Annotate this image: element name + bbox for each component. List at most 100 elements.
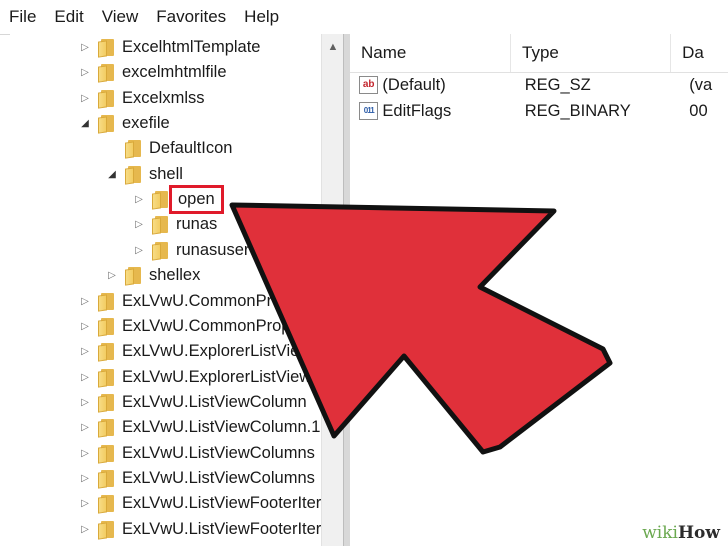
tree-item[interactable]: ▷ excelmhtmlfile bbox=[78, 60, 227, 85]
menu-file[interactable]: File bbox=[0, 0, 46, 34]
tree-item-label: excelmhtmlfile bbox=[122, 63, 227, 82]
value-type: REG_SZ bbox=[524, 75, 591, 94]
tree-item-label-highlighted: open bbox=[169, 185, 224, 215]
tree-item[interactable]: ▷ open bbox=[132, 185, 224, 215]
tree-item[interactable]: ◢ exefile bbox=[78, 111, 170, 136]
scroll-up-arrow-icon[interactable]: ▲ bbox=[322, 34, 344, 60]
value-row[interactable]: 011 EditFlags REG_BINARY 00 bbox=[350, 98, 728, 124]
registry-key-tree[interactable]: ▷ ExcelhtmlTemplate ▷ excelmhtmlfile ▷ Excelx… bbox=[10, 34, 343, 546]
folder-icon bbox=[98, 292, 116, 312]
expand-arrow-icon[interactable]: ▷ bbox=[78, 372, 92, 383]
expand-arrow-icon[interactable]: ▷ bbox=[78, 524, 92, 535]
value-type: REG_BINARY bbox=[524, 101, 631, 120]
binary-value-icon: 011 bbox=[359, 102, 379, 120]
registry-values-list: Name Type Da ab (Default) REG_SZ (va 011… bbox=[350, 34, 728, 546]
tree-vertical-scrollbar[interactable]: ▲ bbox=[321, 34, 344, 546]
folder-icon bbox=[98, 114, 116, 134]
value-name: EditFlags bbox=[382, 101, 452, 120]
expand-arrow-icon[interactable]: ▷ bbox=[78, 321, 92, 332]
folder-icon bbox=[98, 469, 116, 489]
string-value-icon: ab bbox=[359, 76, 379, 94]
tree-item[interactable]: ◢ shell bbox=[105, 162, 183, 187]
column-header-data[interactable]: Da bbox=[671, 34, 728, 72]
tree-item-label: ExLVwU.ListViewFooterIter bbox=[122, 494, 322, 513]
tree-item[interactable]: ▷ runas bbox=[132, 212, 217, 237]
expand-arrow-icon[interactable]: ▷ bbox=[105, 270, 119, 281]
folder-icon bbox=[98, 317, 116, 337]
folder-icon bbox=[98, 494, 116, 514]
expand-arrow-icon[interactable]: ▷ bbox=[78, 473, 92, 484]
folder-icon bbox=[98, 418, 116, 438]
folder-icon bbox=[125, 266, 143, 286]
folder-icon bbox=[125, 139, 143, 160]
value-data: (va bbox=[689, 75, 713, 94]
tree-item-label: DefaultIcon bbox=[149, 139, 233, 158]
tree-item-label: Excelxmlss bbox=[122, 88, 205, 107]
tree-item-label: runasuser bbox=[176, 240, 250, 259]
folder-icon bbox=[98, 38, 116, 58]
tree-item-label: ExLVwU.ListViewColumn.1 bbox=[122, 418, 321, 437]
tree-item-label: ExLVwU.CommonProperti bbox=[122, 316, 314, 335]
tree-item-label: runas bbox=[176, 215, 218, 234]
tree-item[interactable]: DefaultIcon bbox=[105, 136, 232, 161]
folder-icon bbox=[98, 368, 116, 388]
tree-item[interactable]: ▷ ExLVwU.CommonProperti bbox=[78, 314, 313, 339]
menu-bar: File Edit View Favorites Help bbox=[0, 0, 728, 35]
folder-icon bbox=[98, 89, 116, 109]
wikihow-watermark: wikiHow bbox=[636, 522, 726, 544]
expand-arrow-icon[interactable]: ▷ bbox=[132, 219, 146, 230]
expand-arrow-icon[interactable]: ▷ bbox=[78, 42, 92, 53]
expand-arrow-icon[interactable]: ▷ bbox=[78, 296, 92, 307]
tree-item-label: shell bbox=[149, 164, 183, 183]
value-data: 00 bbox=[689, 101, 708, 120]
tree-item-label: ExLVwU.CommonPropert bbox=[122, 291, 310, 310]
tree-item[interactable]: ▷ ExLVwU.ExplorerListView bbox=[78, 339, 311, 364]
expand-arrow-icon[interactable]: ▷ bbox=[132, 194, 146, 205]
expand-arrow-icon[interactable]: ▷ bbox=[78, 67, 92, 78]
tree-item[interactable]: ▷ ExLVwU.ListViewColumns bbox=[78, 466, 315, 491]
expand-arrow-icon[interactable]: ▷ bbox=[132, 245, 146, 256]
tree-item-label: ExLVwU.ExplorerListView bbox=[122, 342, 312, 361]
expand-arrow-icon[interactable]: ▷ bbox=[78, 93, 92, 104]
tree-item[interactable]: ▷ shellex bbox=[105, 263, 200, 288]
tree-item[interactable]: ▷ ExLVwU.CommonPropert bbox=[78, 289, 310, 314]
tree-item[interactable]: ▷ ExLVwU.ListViewColumn.1 bbox=[78, 415, 320, 440]
tree-item[interactable]: ▷ ExLVwU.ListViewColumn bbox=[78, 390, 307, 415]
tree-item-label: ExLVwU.ListViewColumns bbox=[122, 443, 315, 462]
tree-item[interactable]: ▷ runasuser bbox=[132, 238, 249, 263]
menu-favorites[interactable]: Favorites bbox=[148, 0, 236, 34]
collapse-arrow-icon[interactable]: ◢ bbox=[105, 169, 119, 180]
value-row[interactable]: ab (Default) REG_SZ (va bbox=[350, 72, 728, 98]
tree-item[interactable]: ▷ ExcelhtmlTemplate bbox=[78, 35, 260, 60]
tree-item-label: ExLVwU.ListViewColumns bbox=[122, 468, 315, 487]
menu-help[interactable]: Help bbox=[236, 0, 289, 34]
expand-arrow-icon[interactable]: ▷ bbox=[78, 448, 92, 459]
expand-arrow-icon[interactable]: ▷ bbox=[78, 397, 92, 408]
expand-arrow-icon[interactable]: ▷ bbox=[78, 346, 92, 357]
menu-view[interactable]: View bbox=[94, 0, 149, 34]
tree-item-label: ExLVwU.ListViewFooterIter bbox=[122, 519, 322, 538]
tree-item-label: shellex bbox=[149, 266, 201, 285]
tree-item[interactable]: ▷ ExLVwU.ListViewColumns bbox=[78, 441, 315, 466]
tree-item-label: exefile bbox=[122, 114, 170, 133]
column-header-type[interactable]: Type bbox=[511, 34, 672, 72]
folder-icon bbox=[98, 444, 116, 464]
tree-item[interactable]: ▷ ExLVwU.ListViewFooterIter bbox=[78, 491, 321, 516]
tree-item-label: ExLVwU.ExplorerListView.1 bbox=[122, 367, 325, 386]
folder-icon bbox=[125, 165, 143, 185]
folder-icon bbox=[98, 520, 116, 540]
column-header-name[interactable]: Name bbox=[350, 34, 512, 72]
expand-arrow-icon[interactable]: ▷ bbox=[78, 498, 92, 509]
folder-icon bbox=[152, 215, 170, 236]
folder-icon bbox=[152, 190, 170, 210]
tree-item[interactable]: ▷ ExLVwU.ExplorerListView.1 bbox=[78, 365, 324, 390]
list-header: Name Type Da bbox=[350, 34, 728, 73]
expand-arrow-icon[interactable]: ▷ bbox=[78, 422, 92, 433]
menu-edit[interactable]: Edit bbox=[46, 0, 93, 34]
tree-item-label: ExLVwU.ListViewColumn bbox=[122, 392, 307, 411]
folder-icon bbox=[152, 241, 170, 261]
value-name: (Default) bbox=[382, 75, 446, 94]
tree-item[interactable]: ▷ Excelxmlss bbox=[78, 86, 205, 111]
tree-item[interactable]: ▷ ExLVwU.ListViewFooterIter bbox=[78, 517, 321, 542]
collapse-arrow-icon[interactable]: ◢ bbox=[78, 118, 92, 129]
